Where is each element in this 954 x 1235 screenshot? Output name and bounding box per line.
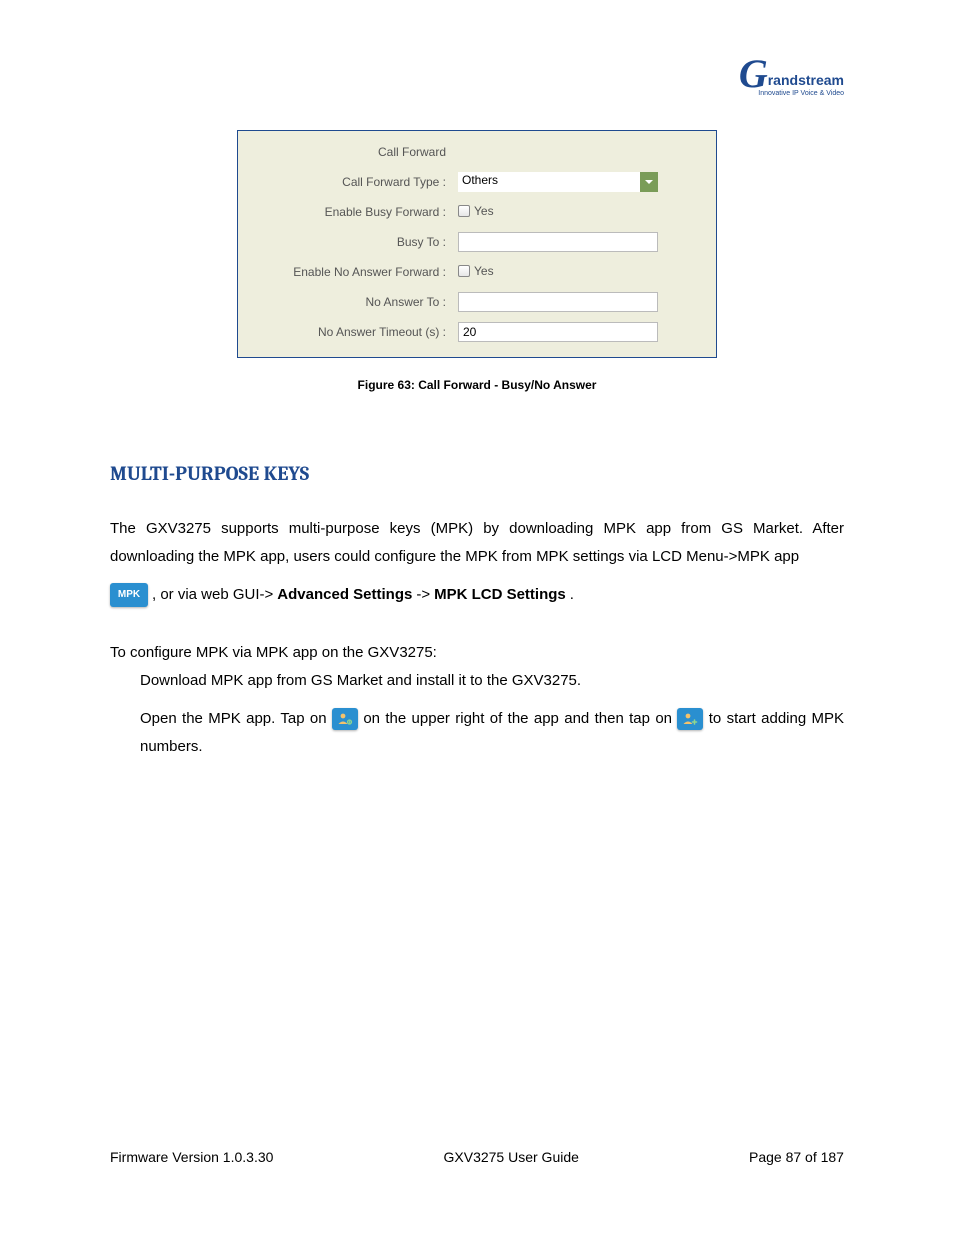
instruction-list: Download MPK app from GS Market and inst…	[110, 667, 844, 761]
footer-title: GXV3275 User Guide	[444, 1149, 579, 1165]
text-bold: Advanced Settings	[277, 581, 412, 609]
footer-firmware: Firmware Version 1.0.3.30	[110, 1149, 273, 1165]
enable-busy-forward-checkbox[interactable]: Yes	[458, 204, 494, 218]
text: Open the MPK app. Tap on	[140, 710, 327, 727]
no-answer-timeout-input[interactable]	[458, 322, 658, 342]
no-answer-to-input[interactable]	[458, 292, 658, 312]
busy-to-label: Busy To :	[238, 235, 458, 249]
logo-brand: randstream	[768, 72, 844, 88]
paragraph: MPK , or via web GUI-> Advanced Settings…	[110, 581, 844, 609]
intro-line: To configure MPK via MPK app on the GXV3…	[110, 639, 844, 667]
section-heading: MULTI-PURPOSE KEYS	[110, 462, 844, 485]
brand-logo: Grandstream Innovative IP Voice & Video	[739, 60, 844, 97]
paragraph: The GXV3275 supports multi-purpose keys …	[110, 515, 844, 571]
contact-add-icon	[677, 708, 703, 730]
logo-mark: G	[739, 60, 768, 88]
text-bold: MPK LCD Settings	[434, 581, 566, 609]
text: .	[570, 581, 574, 609]
call-forward-type-label: Call Forward Type :	[238, 175, 458, 189]
contact-settings-icon	[332, 708, 358, 730]
call-forward-panel: Call Forward Call Forward Type : Others …	[237, 130, 717, 358]
text: , or via web GUI->	[152, 581, 273, 609]
no-answer-timeout-label: No Answer Timeout (s) :	[238, 325, 458, 339]
checkbox-label: Yes	[474, 204, 494, 218]
checkbox-box	[458, 205, 470, 217]
list-item: Open the MPK app. Tap on on the upper ri…	[110, 705, 844, 761]
mpk-app-icon: MPK	[110, 583, 148, 607]
footer-page: Page 87 of 187	[749, 1149, 844, 1165]
busy-to-input[interactable]	[458, 232, 658, 252]
select-value: Others	[458, 172, 640, 192]
enable-busy-forward-label: Enable Busy Forward :	[238, 205, 458, 219]
no-answer-to-label: No Answer To :	[238, 295, 458, 309]
checkbox-label: Yes	[474, 264, 494, 278]
text: on the upper right of the app and then t…	[363, 710, 672, 727]
call-forward-type-select[interactable]: Others	[458, 172, 658, 192]
figure-caption: Figure 63: Call Forward - Busy/No Answer	[110, 378, 844, 392]
page-footer: Firmware Version 1.0.3.30 GXV3275 User G…	[110, 1149, 844, 1165]
enable-no-answer-forward-checkbox[interactable]: Yes	[458, 264, 494, 278]
panel-title: Call Forward	[238, 145, 458, 159]
text: ->	[416, 581, 430, 609]
checkbox-box	[458, 265, 470, 277]
chevron-down-icon	[640, 172, 658, 192]
list-item: Download MPK app from GS Market and inst…	[110, 667, 844, 695]
enable-no-answer-forward-label: Enable No Answer Forward :	[238, 265, 458, 279]
